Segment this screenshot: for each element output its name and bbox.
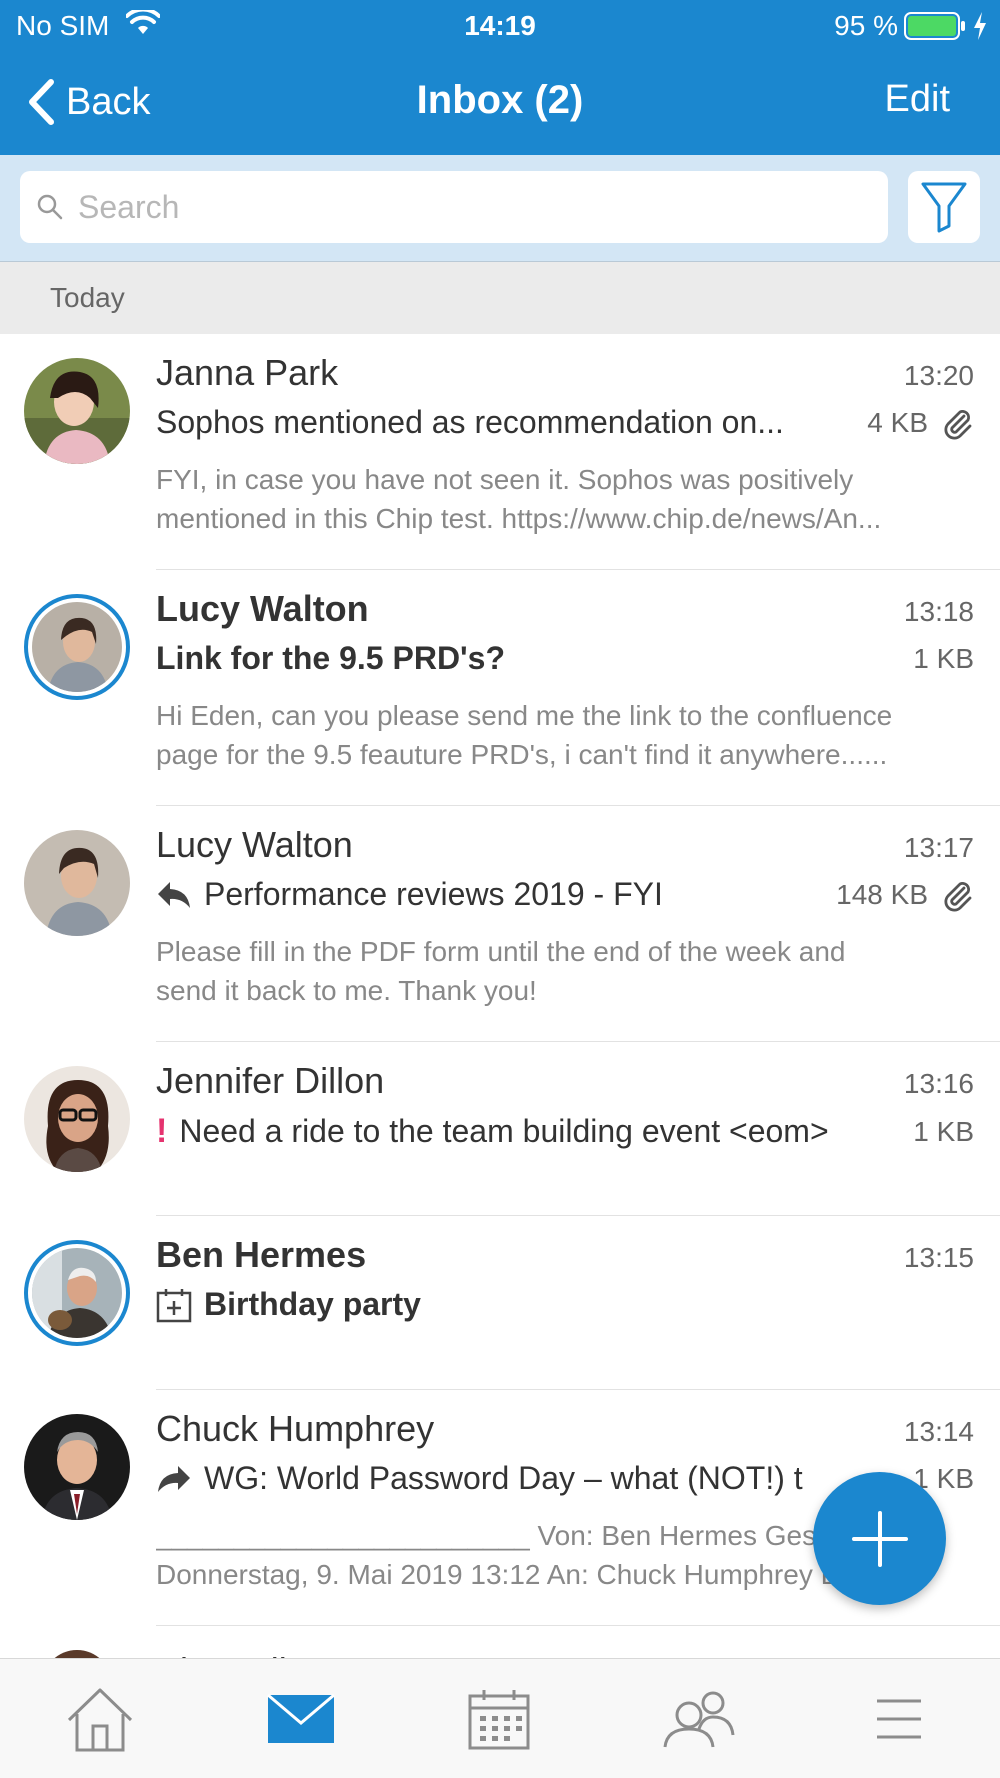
- filter-button[interactable]: [908, 171, 980, 243]
- mail-size: 1 KB: [913, 1115, 974, 1147]
- mail-time: 13:18: [903, 596, 974, 627]
- sender-name: Janna Park: [156, 352, 339, 393]
- avatar-photo: [32, 1248, 122, 1338]
- search-input[interactable]: [78, 188, 858, 226]
- subject-row: Birthday party: [156, 1286, 974, 1323]
- filter-icon: [921, 182, 967, 233]
- paperclip-icon: [944, 409, 972, 440]
- mail-time: 13:14: [903, 1416, 974, 1447]
- preview-line: send it back to me. Thank you!: [156, 975, 537, 1006]
- compose-button[interactable]: [813, 1472, 946, 1605]
- sender-name: Lucy Walton: [156, 588, 369, 629]
- edit-button[interactable]: Edit: [885, 78, 950, 121]
- mail-subject: Link for the 9.5 PRD's?: [156, 640, 505, 676]
- preview-line: page for the 9.5 feauture PRD's, i can't…: [156, 739, 888, 770]
- tab-mail[interactable]: [256, 1679, 346, 1759]
- mail-subject: Birthday party: [204, 1286, 421, 1322]
- tab-menu[interactable]: [854, 1679, 944, 1759]
- mail-icon: [267, 1693, 335, 1743]
- mail-size: 148 KB: [836, 878, 928, 910]
- calendar-icon: [468, 1690, 530, 1750]
- divider: [156, 1625, 1000, 1626]
- avatar: [24, 1066, 130, 1172]
- sender-name: Chuck Humphrey: [156, 1408, 435, 1449]
- mail-preview: FYI, in case you have not seen it. Sopho…: [156, 460, 974, 538]
- preview-line: FYI, in case you have not seen it. Sopho…: [156, 464, 854, 495]
- menu-icon: [877, 1699, 921, 1739]
- mail-item[interactable]: Jennifer Dillon 13:16 ! Need a ride to t…: [0, 1042, 1000, 1216]
- sender-name: Jennifer Dillon: [156, 1060, 385, 1101]
- battery-percent: 95 %: [834, 10, 898, 41]
- preview-line: mentioned in this Chip test. https://www…: [156, 503, 882, 534]
- mail-subject: WG: World Password Day – what (NOT!) t: [204, 1460, 803, 1496]
- charging-icon: [972, 12, 988, 47]
- paperclip-icon: [944, 881, 972, 912]
- contacts-icon: [663, 1691, 735, 1748]
- avatar-photo: [32, 602, 122, 692]
- tab-bar: [0, 1658, 1000, 1778]
- page-title: Inbox (2): [416, 78, 584, 122]
- mail-subject: Performance reviews 2019 - FYI: [204, 876, 663, 912]
- mail-time: 13:20: [903, 360, 974, 391]
- app-header: No SIM 14:19 95 % Back Inbox (2) Edit: [0, 0, 1000, 155]
- mail-time: 13:17: [903, 832, 974, 863]
- mail-list: Janna Park 13:20 Sophos mentioned as rec…: [0, 334, 1000, 1626]
- subject-row: Performance reviews 2019 - FYI 148 KB: [156, 876, 974, 913]
- battery-icon: [904, 12, 966, 47]
- avatar: [24, 1240, 130, 1346]
- mail-subject: Sophos mentioned as recommendation on...: [156, 404, 784, 440]
- mail-preview: Hi Eden, can you please send me the link…: [156, 696, 974, 774]
- calendar-invite-icon: [156, 1288, 192, 1322]
- mail-time: 13:16: [903, 1068, 974, 1099]
- mail-time: 13:15: [903, 1242, 974, 1273]
- mail-item[interactable]: Lucy Walton 13:17 Performance reviews 20…: [0, 806, 1000, 1042]
- search-icon: [37, 194, 63, 220]
- reply-icon: [158, 881, 190, 908]
- mail-size: 4 KB: [867, 406, 928, 438]
- mail-preview: Please fill in the PDF form until the en…: [156, 932, 974, 1010]
- search-box[interactable]: [20, 171, 888, 243]
- mail-subject: Need a ride to the team building event <…: [179, 1113, 829, 1149]
- mail-size: 1 KB: [913, 642, 974, 674]
- subject-row: Link for the 9.5 PRD's? 1 KB: [156, 640, 974, 677]
- priority-flag-icon: !: [156, 1112, 168, 1150]
- preview-line: Hi Eden, can you please send me the link…: [156, 700, 893, 731]
- sender-name: Ben Hermes: [156, 1234, 367, 1275]
- subject-row: Sophos mentioned as recommendation on...…: [156, 404, 974, 441]
- section-header-today: Today: [0, 262, 1000, 334]
- sender-name: Lucy Walton: [156, 824, 353, 865]
- home-icon: [67, 1688, 133, 1752]
- mail-item[interactable]: Janna Park 13:20 Sophos mentioned as rec…: [0, 334, 1000, 570]
- mail-item[interactable]: Lucy Walton 13:18 Link for the 9.5 PRD's…: [0, 570, 1000, 806]
- avatar: [24, 594, 130, 700]
- tab-contacts[interactable]: [654, 1679, 744, 1759]
- forward-icon: [158, 1465, 190, 1492]
- avatar: [24, 1414, 130, 1520]
- tab-home[interactable]: [55, 1679, 145, 1759]
- subject-row: ! Need a ride to the team building event…: [156, 1112, 974, 1151]
- avatar: [24, 830, 130, 936]
- tab-calendar[interactable]: [454, 1679, 544, 1759]
- status-bar: No SIM 14:19 95 %: [0, 0, 1000, 52]
- avatar: [24, 358, 130, 464]
- preview-line: Please fill in the PDF form until the en…: [156, 936, 846, 967]
- mail-item[interactable]: Ben Hermes 13:15 Birthday party: [0, 1216, 1000, 1390]
- plus-icon: [851, 1510, 908, 1567]
- search-bar: [0, 155, 1000, 262]
